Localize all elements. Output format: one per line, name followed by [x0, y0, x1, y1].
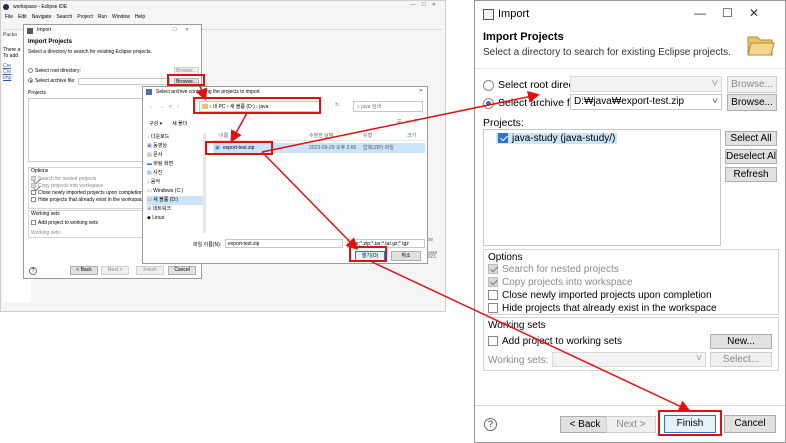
arrow-open-to-finish	[371, 261, 691, 412]
arrow-browse-to-address	[195, 83, 207, 101]
arrow-file-to-archive	[261, 90, 540, 153]
arrow-file-to-open	[261, 151, 359, 251]
arrow-address-to-file	[230, 112, 248, 143]
annotation-arrows	[195, 83, 691, 412]
